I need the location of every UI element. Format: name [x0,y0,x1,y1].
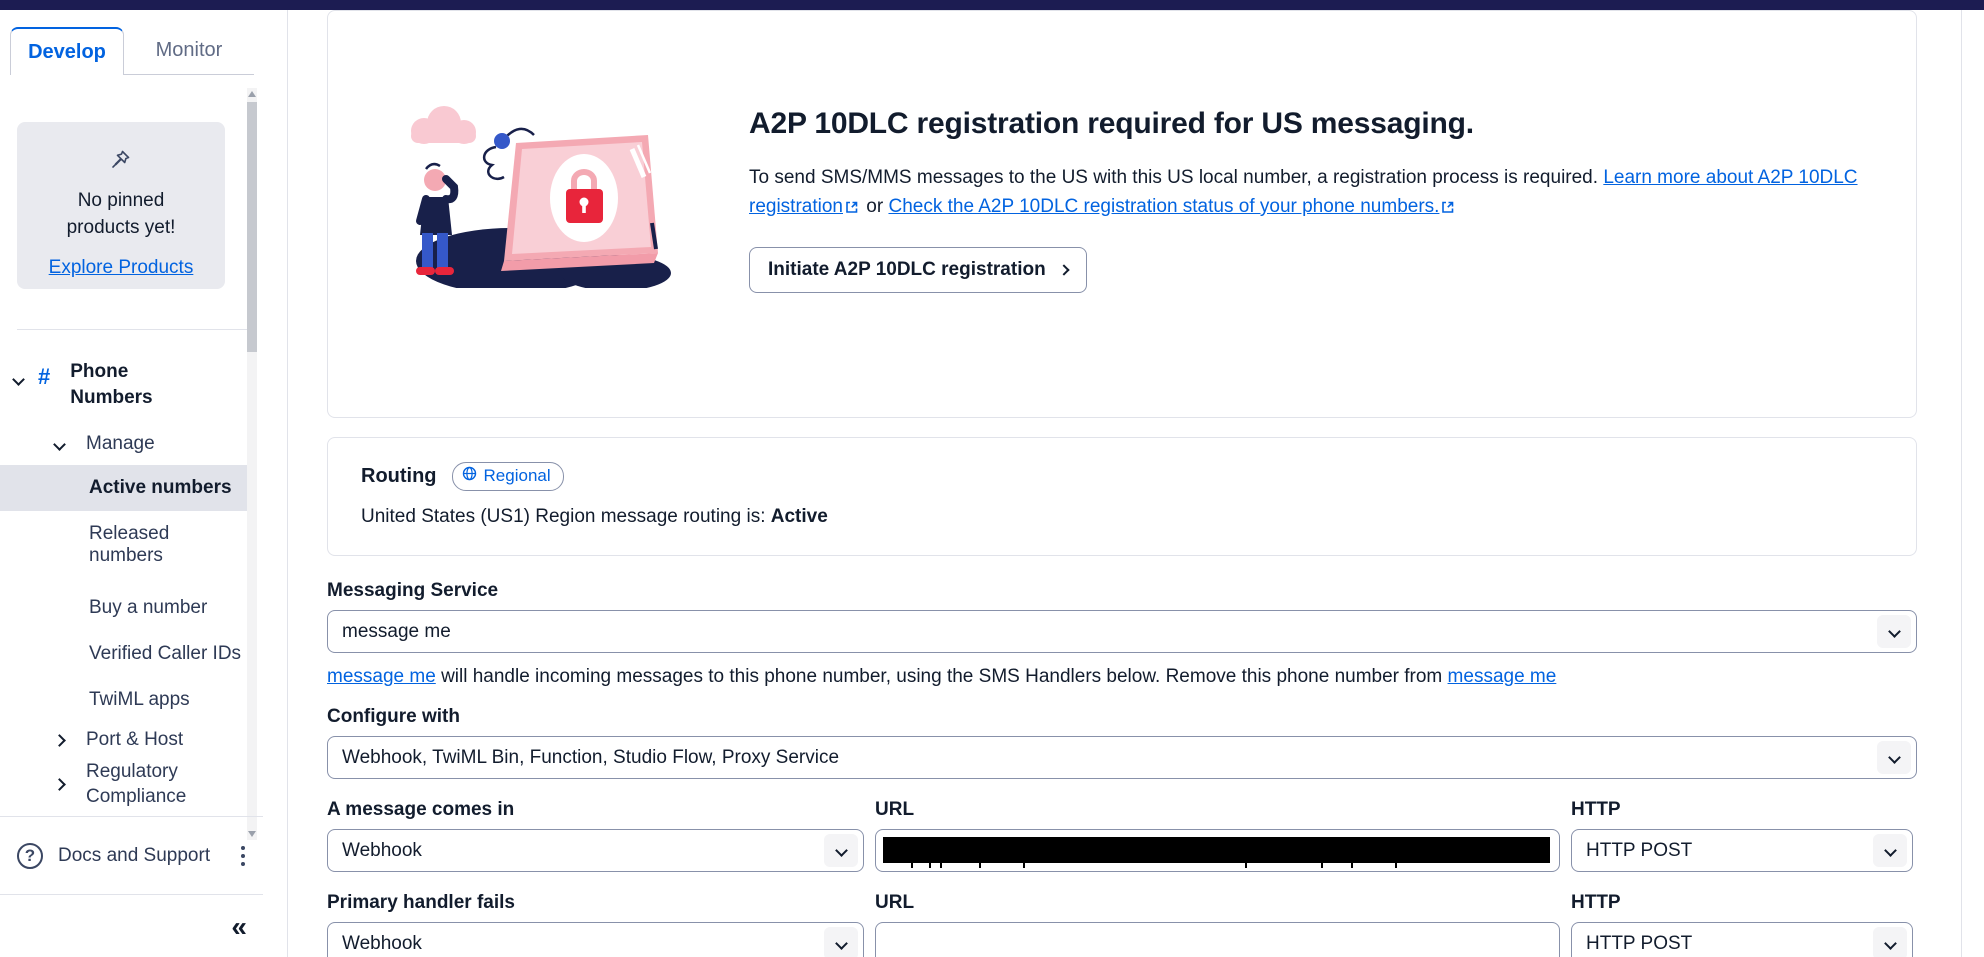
routing-card: Routing Regional United States (US1) Reg… [327,437,1917,556]
scrollbar-thumb[interactable] [247,102,257,352]
configure-with-label: Configure with [327,706,1917,728]
a2p-registration-card: A2P 10DLC registration required for US m… [327,10,1917,418]
chevron-down-icon[interactable] [1877,615,1911,648]
kebab-menu-icon[interactable] [237,842,249,870]
routing-status-value: Active [771,506,828,527]
routing-title: Routing [361,465,437,488]
docs-and-support-row[interactable]: ? Docs and Support [0,816,263,894]
a2p-body-text: To send SMS/MMS messages to the US with … [749,167,1598,188]
handler-value: Webhook [342,933,422,955]
initiate-a2p-registration-button[interactable]: Initiate A2P 10DLC registration [749,247,1087,293]
helper-text: will handle incoming messages to this ph… [441,666,1442,687]
scroll-up-arrow-icon[interactable] [248,91,256,97]
sidebar-scrollbar[interactable] [247,88,257,840]
chevron-down-icon[interactable] [824,834,858,867]
tab-develop[interactable]: Develop [10,27,124,75]
main-content: A2P 10DLC registration required for US m… [287,10,1962,957]
sidebar-collapse-bar: « [0,894,263,957]
chevron-right-icon [1058,264,1069,275]
chevron-right-icon[interactable] [53,734,66,747]
sidebar: Develop Monitor No pinned products yet! … [0,10,263,957]
pin-icon [110,148,132,175]
a2p-description: To send SMS/MMS messages to the US with … [749,163,1899,223]
question-circle-icon: ? [17,843,43,869]
http-label: HTTP [1571,799,1913,821]
chevron-right-icon[interactable] [53,778,66,791]
sidebar-tabs: Develop Monitor [10,27,254,75]
a2p-illustration [386,103,671,417]
pinned-products-card: No pinned products yet! Explore Products [17,122,225,289]
a2p-conjunction: or [866,196,883,217]
sidebar-item-released-numbers[interactable]: Released numbers [0,511,185,579]
docs-and-support-label: Docs and Support [58,845,237,867]
sidebar-item-label: Port & Host [86,729,183,751]
sidebar-item-twiml-apps[interactable]: TwiML apps [0,677,253,723]
globe-icon [462,466,477,486]
routing-status-text: United States (US1) Region message routi… [361,506,765,527]
check-a2p-status-link[interactable]: Check the A2P 10DLC registration status … [888,196,1439,217]
messaging-service-link[interactable]: message me [327,666,436,687]
url-label: URL [875,892,1560,914]
messaging-service-select[interactable]: message me [327,610,1917,653]
sidebar-item-verified-caller-ids[interactable]: Verified Caller IDs [0,631,253,677]
chevron-down-icon[interactable] [12,373,25,386]
redaction-artifacts [883,863,1550,869]
incoming-http-method-select[interactable]: HTTP POST [1571,829,1913,872]
sidebar-item-port-and-host[interactable]: Port & Host [0,729,253,751]
messaging-service-value: message me [342,621,451,643]
fallback-http-method-select[interactable]: HTTP POST [1571,922,1913,957]
a-message-comes-in-select[interactable]: Webhook [327,829,864,872]
sidebar-item-active-numbers[interactable]: Active numbers [0,465,253,511]
http-method-value: HTTP POST [1586,933,1692,955]
explore-products-link[interactable]: Explore Products [49,257,194,279]
incoming-message-row: A message comes in Webhook URL [327,799,1917,872]
sidebar-item-manage[interactable]: Manage [0,433,253,455]
top-navy-bar [0,0,1984,10]
regional-badge: Regional [452,462,564,491]
primary-handler-fails-select[interactable]: Webhook [327,922,864,957]
configure-with-value: Webhook, TwiML Bin, Function, Studio Flo… [342,747,839,769]
sidebar-item-label: Regulatory Compliance [86,759,211,809]
handler-value: Webhook [342,840,422,862]
collapse-sidebar-button[interactable]: « [231,911,247,943]
external-link-icon [1441,194,1455,223]
tab-monitor[interactable]: Monitor [124,27,254,75]
badge-label: Regional [484,466,551,486]
pinned-empty-line2: products yet! [17,214,225,241]
a2p-heading: A2P 10DLC registration required for US m… [749,107,1914,141]
http-method-value: HTTP POST [1586,840,1692,862]
external-link-icon [845,194,859,223]
messaging-service-label: Messaging Service [327,580,1917,602]
primary-handler-fails-row: Primary handler fails Webhook URL HTTP H… [327,892,1917,957]
sidebar-nav: # Phone Numbers Manage Active numbers Re… [0,359,253,809]
configure-with-select[interactable]: Webhook, TwiML Bin, Function, Studio Flo… [327,736,1917,779]
messaging-service-link[interactable]: message me [1448,666,1557,687]
pinned-empty-line1: No pinned [17,187,225,214]
hash-icon: # [38,364,50,390]
primary-handler-fails-label: Primary handler fails [327,892,864,914]
sidebar-divider [17,329,247,330]
routing-status-line: United States (US1) Region message routi… [361,506,1916,528]
a-message-comes-in-label: A message comes in [327,799,864,821]
sidebar-item-regulatory-compliance[interactable]: Regulatory Compliance [0,759,253,809]
sidebar-item-phone-numbers[interactable]: # Phone Numbers [0,359,253,411]
chevron-down-icon[interactable] [1877,741,1911,774]
chevron-down-icon[interactable] [53,438,66,451]
sidebar-item-label: Phone Numbers [70,359,180,411]
chevron-down-icon[interactable] [1873,927,1907,957]
chevron-down-icon[interactable] [1873,834,1907,867]
fallback-url-input[interactable] [875,922,1560,957]
url-label: URL [875,799,1560,821]
incoming-url-input[interactable] [875,829,1560,872]
button-label: Initiate A2P 10DLC registration [768,259,1046,281]
sidebar-item-buy-a-number[interactable]: Buy a number [0,585,253,631]
sidebar-item-label: Manage [86,433,155,455]
redacted-url-value [883,837,1550,863]
http-label: HTTP [1571,892,1913,914]
messaging-service-helper: message me will handle incoming messages… [327,666,1917,688]
chevron-down-icon[interactable] [824,927,858,957]
